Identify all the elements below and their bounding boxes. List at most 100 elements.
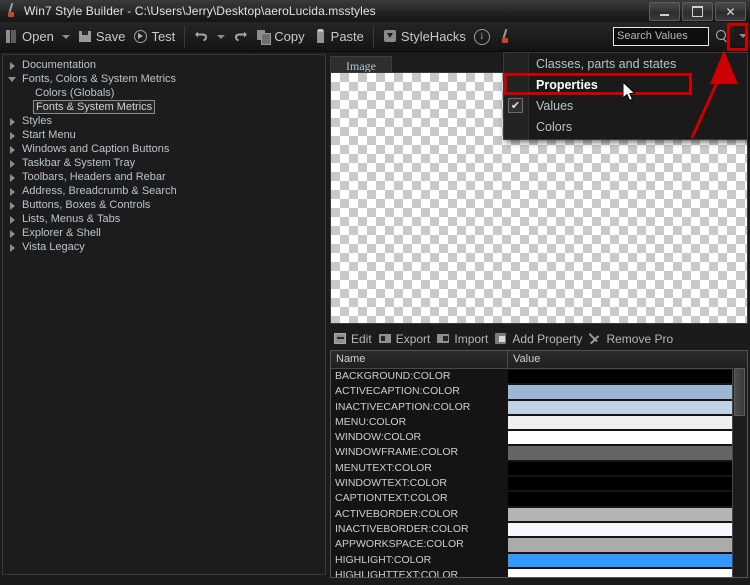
chevron-down-icon xyxy=(739,34,747,38)
tree-item-label: Fonts & System Metrics xyxy=(33,100,156,114)
table-row[interactable]: WINDOWTEXT:COLOR xyxy=(331,476,747,491)
import-button[interactable]: Import xyxy=(433,327,491,351)
info-button[interactable]: i xyxy=(470,25,494,49)
property-table-scrollbar[interactable] xyxy=(732,368,747,577)
tree-expand-icon[interactable] xyxy=(7,172,18,183)
tree-item-windows-and-caption-buttons[interactable]: Windows and Caption Buttons xyxy=(3,142,325,156)
menu-item-label: Classes, parts and states xyxy=(536,56,677,71)
property-color-swatch[interactable] xyxy=(508,522,745,537)
table-row[interactable]: APPWORKSPACE:COLOR xyxy=(331,537,747,552)
tree-item-vista-legacy[interactable]: Vista Legacy xyxy=(3,240,325,254)
table-row[interactable]: HIGHLIGHT:COLOR xyxy=(331,553,747,568)
scrollbar-thumb[interactable] xyxy=(734,368,745,416)
tree-item-lists-menus-tabs[interactable]: Lists, Menus & Tabs xyxy=(3,212,325,226)
search-input[interactable] xyxy=(613,26,709,46)
table-row[interactable]: CAPTIONTEXT:COLOR xyxy=(331,491,747,506)
table-row[interactable]: BACKGROUND:COLOR xyxy=(331,369,747,384)
export-button[interactable]: Export xyxy=(375,327,434,351)
tree-item-taskbar-system-tray[interactable]: Taskbar & System Tray xyxy=(3,156,325,170)
table-row[interactable]: WINDOWFRAME:COLOR xyxy=(331,445,747,460)
copy-label: Copy xyxy=(274,29,305,44)
window-controls: ✕ xyxy=(649,2,746,21)
column-header-value[interactable]: Value xyxy=(508,351,747,368)
property-name-cell: ACTIVECAPTION:COLOR xyxy=(335,385,460,398)
property-table[interactable]: Name Value BACKGROUND:COLOR ACTIVECAPTION… xyxy=(330,350,748,578)
tree-item-buttons-boxes-controls[interactable]: Buttons, Boxes & Controls xyxy=(3,198,325,212)
tree-expand-icon[interactable] xyxy=(7,228,18,239)
tree-expand-icon[interactable] xyxy=(7,144,18,155)
test-icon xyxy=(133,29,148,44)
edit-button[interactable]: Edit xyxy=(330,327,375,351)
property-color-swatch[interactable] xyxy=(508,370,745,384)
property-color-swatch[interactable] xyxy=(508,477,745,491)
test-label: Test xyxy=(151,29,176,44)
tree-item-styles[interactable]: Styles xyxy=(3,114,325,128)
property-color-swatch[interactable] xyxy=(508,400,745,414)
tree-expand-icon[interactable] xyxy=(7,242,18,253)
save-button[interactable]: Save xyxy=(74,25,130,49)
open-chevron-down-icon[interactable] xyxy=(61,34,70,39)
table-row[interactable]: INACTIVEBORDER:COLOR xyxy=(331,522,747,537)
property-color-swatch[interactable] xyxy=(508,507,745,521)
menu-item-colors[interactable]: Colors xyxy=(504,116,747,137)
tree-expand-icon[interactable] xyxy=(7,116,18,127)
navigation-tree-panel[interactable]: Documentation Fonts, Colors & System Metr… xyxy=(2,54,326,575)
tree-item-explorer-shell[interactable]: Explorer & Shell xyxy=(3,226,325,240)
tree-item-label: Vista Legacy xyxy=(22,241,85,253)
table-row[interactable]: ACTIVEBORDER:COLOR xyxy=(331,507,747,522)
add-property-button[interactable]: Add Property xyxy=(491,327,585,351)
test-button[interactable]: Test xyxy=(129,25,179,49)
tree-item-fonts-colors-system-metrics[interactable]: Fonts, Colors & System Metrics xyxy=(3,72,325,86)
tree-item-toolbars-headers-and-rebar[interactable]: Toolbars, Headers and Rebar xyxy=(3,170,325,184)
tree-item-documentation[interactable]: Documentation xyxy=(3,58,325,72)
undo-chevron-down-icon[interactable] xyxy=(217,34,226,39)
remove-property-button[interactable]: Remove Pro xyxy=(585,327,676,351)
tree-item-start-menu[interactable]: Start Menu xyxy=(3,128,325,142)
open-button[interactable]: Open xyxy=(0,25,58,49)
tree-item-address-breadcrumb-search[interactable]: Address, Breadcrumb & Search xyxy=(3,184,325,198)
minimize-button[interactable] xyxy=(649,2,680,21)
redo-button[interactable] xyxy=(229,25,252,49)
tree-item-label: Styles xyxy=(22,115,52,127)
tree-expand-icon[interactable] xyxy=(7,130,18,141)
property-color-swatch[interactable] xyxy=(508,415,745,430)
table-row[interactable]: INACTIVECAPTION:COLOR xyxy=(331,400,747,415)
maximize-icon xyxy=(692,6,703,17)
tree-expand-icon[interactable] xyxy=(7,60,18,71)
menu-item-classes-parts-and-states[interactable]: Classes, parts and states xyxy=(504,53,747,74)
property-color-swatch[interactable] xyxy=(508,446,745,460)
undo-button[interactable] xyxy=(190,25,213,49)
table-row[interactable]: MENUTEXT:COLOR xyxy=(331,461,747,476)
tree-collapse-icon[interactable] xyxy=(7,74,18,85)
tree-expand-icon[interactable] xyxy=(7,158,18,169)
tree-item-colors-globals[interactable]: ⌐Colors (Globals) xyxy=(3,86,325,100)
search-button[interactable] xyxy=(711,26,733,46)
maximize-button[interactable] xyxy=(682,2,713,21)
property-color-swatch[interactable] xyxy=(508,431,745,445)
save-label: Save xyxy=(95,29,126,44)
table-row[interactable]: WINDOW:COLOR xyxy=(331,430,747,445)
property-color-swatch[interactable] xyxy=(508,385,745,399)
tree-expand-icon[interactable] xyxy=(7,186,18,197)
column-header-name[interactable]: Name xyxy=(331,351,508,368)
table-row[interactable]: HIGHLIGHTTEXT:COLOR xyxy=(331,568,747,577)
view-options-dropdown-button[interactable] xyxy=(735,26,750,46)
copy-button[interactable]: Copy xyxy=(252,25,308,49)
table-row[interactable]: MENU:COLOR xyxy=(331,415,747,430)
theme-brush-button[interactable] xyxy=(494,25,517,49)
property-color-swatch[interactable] xyxy=(508,568,745,577)
paste-button[interactable]: Paste xyxy=(309,25,368,49)
tree-expand-icon[interactable] xyxy=(7,214,18,225)
tree-item-fonts-system-metrics[interactable]: ⌐Fonts & System Metrics xyxy=(3,100,325,114)
property-color-swatch[interactable] xyxy=(508,553,745,567)
property-color-swatch[interactable] xyxy=(508,538,745,552)
menu-item-values[interactable]: ✔ Values xyxy=(504,95,747,116)
tree-expand-icon[interactable] xyxy=(7,200,18,211)
close-button[interactable]: ✕ xyxy=(715,2,746,21)
view-options-menu[interactable]: Classes, parts and states Properties ✔ Valu… xyxy=(503,52,748,140)
property-color-swatch[interactable] xyxy=(508,492,745,506)
stylehacks-button[interactable]: StyleHacks xyxy=(379,25,470,49)
property-color-swatch[interactable] xyxy=(508,461,745,476)
table-row[interactable]: ACTIVECAPTION:COLOR xyxy=(331,384,747,399)
menu-item-properties[interactable]: Properties xyxy=(504,74,747,95)
